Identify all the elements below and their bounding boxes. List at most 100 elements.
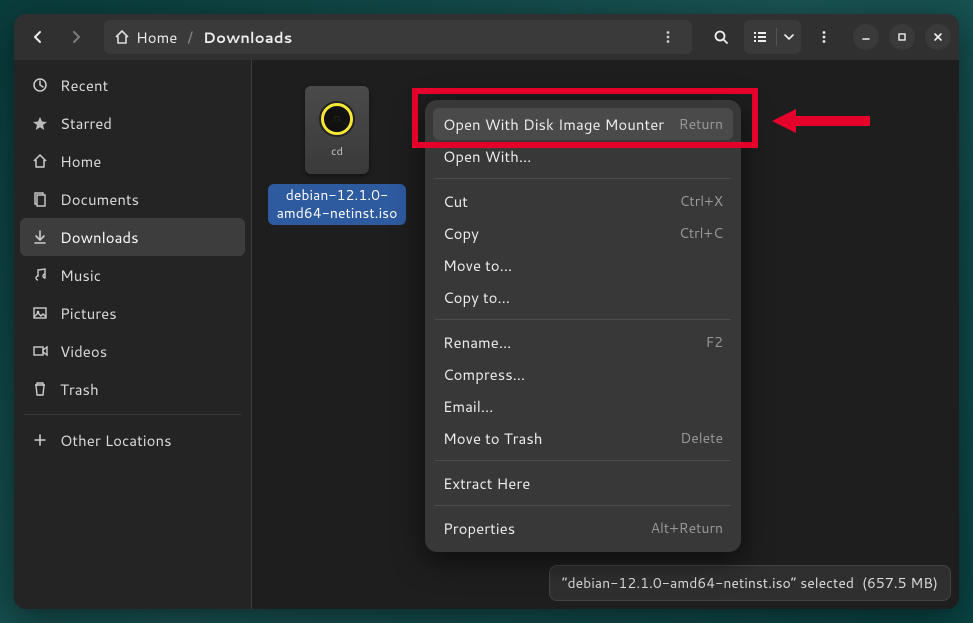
music-icon — [32, 267, 48, 283]
sidebar-separator — [24, 414, 241, 415]
sidebar: Recent Starred Home Documents Downloads Music… — [14, 60, 252, 609]
file-thumbnail: cd — [305, 86, 369, 174]
minimize-button[interactable] — [853, 24, 879, 50]
list-view-button[interactable] — [744, 21, 776, 53]
path-separator: / — [187, 26, 193, 49]
arrow-left-icon — [30, 29, 46, 45]
sidebar-item-label: Other Locations — [60, 430, 172, 451]
sidebar-item-label: Documents — [60, 189, 139, 210]
file-type-label: cd — [331, 143, 343, 159]
window-controls — [853, 24, 951, 50]
context-menu-item[interactable]: Cut Ctrl+X — [433, 185, 733, 217]
context-menu-label: Rename… — [443, 332, 511, 353]
downloads-icon — [32, 229, 48, 245]
context-menu-label: Move to… — [443, 255, 512, 276]
titlebar: Home / Downloads — [14, 14, 959, 60]
context-menu-label: Copy — [443, 223, 479, 244]
context-menu-label: Cut — [443, 191, 468, 212]
sidebar-item-recent[interactable]: Recent — [20, 66, 245, 104]
context-menu-item[interactable]: Open With Disk Image Mounter Return — [433, 108, 733, 140]
path-home-label: Home — [136, 27, 177, 48]
pictures-icon — [32, 305, 48, 321]
context-menu-accel: F2 — [706, 332, 723, 352]
context-menu-accel: Ctrl+C — [679, 223, 723, 243]
close-button[interactable] — [925, 24, 951, 50]
forward-button[interactable] — [60, 21, 92, 53]
context-menu-accel: Alt+Return — [651, 518, 723, 538]
context-menu-label: Open With Disk Image Mounter — [443, 114, 664, 135]
context-menu-separator — [435, 178, 731, 179]
view-switcher — [744, 20, 801, 54]
sidebar-item-label: Home — [60, 151, 101, 172]
file-item[interactable]: cd debian-12.1.0-amd64-netinst.iso — [268, 86, 406, 225]
context-menu-label: Copy to… — [443, 287, 510, 308]
home-icon — [114, 29, 130, 45]
search-button[interactable] — [704, 20, 738, 54]
kebab-icon — [661, 30, 675, 44]
path-current-label: Downloads — [203, 27, 292, 48]
sidebar-item-label: Trash — [60, 379, 99, 400]
status-text: “debian-12.1.0-amd64-netinst.iso” select… — [562, 573, 854, 593]
path-current[interactable]: Downloads — [203, 27, 292, 48]
path-home[interactable]: Home — [114, 27, 177, 48]
context-menu-item[interactable]: Rename… F2 — [433, 326, 733, 358]
pathbar[interactable]: Home / Downloads — [104, 20, 692, 54]
file-name-label: debian-12.1.0-amd64-netinst.iso — [268, 184, 406, 225]
context-menu-label: Compress… — [443, 364, 525, 385]
context-menu-accel: Ctrl+X — [680, 191, 723, 211]
context-menu-label: Properties — [443, 518, 515, 539]
context-menu-item[interactable]: Move to TrashDelete — [433, 422, 733, 454]
sidebar-item-label: Music — [60, 265, 101, 286]
sidebar-item-label: Pictures — [60, 303, 117, 324]
status-size: (657.5 MB) — [862, 573, 938, 593]
sidebar-item-starred[interactable]: Starred — [20, 104, 245, 142]
chevron-down-icon — [784, 32, 794, 42]
context-menu-item[interactable]: Extract Here — [433, 467, 733, 499]
context-menu-item[interactable]: Email… — [433, 390, 733, 422]
videos-icon — [32, 343, 48, 359]
context-menu-label: Open With… — [443, 146, 531, 167]
sidebar-item-videos[interactable]: Videos — [20, 332, 245, 370]
sidebar-item-label: Downloads — [60, 227, 139, 248]
sidebar-item-other-locations[interactable]: Other Locations — [20, 421, 245, 459]
sidebar-item-downloads[interactable]: Downloads — [20, 218, 245, 256]
hamburger-menu-button[interactable] — [807, 20, 841, 54]
back-button[interactable] — [22, 21, 54, 53]
status-bar: “debian-12.1.0-amd64-netinst.iso” select… — [549, 565, 951, 601]
plus-icon — [32, 432, 48, 448]
sidebar-item-home[interactable]: Home — [20, 142, 245, 180]
maximize-button[interactable] — [889, 24, 915, 50]
context-menu-separator — [435, 319, 731, 320]
view-options-button[interactable] — [777, 21, 801, 53]
list-icon — [752, 29, 768, 45]
close-icon — [932, 31, 944, 43]
context-menu-label: Email… — [443, 396, 494, 417]
minimize-icon — [860, 31, 872, 43]
sidebar-item-trash[interactable]: Trash — [20, 370, 245, 408]
context-menu-item[interactable]: Open With… — [433, 140, 733, 172]
context-menu-label: Move to Trash — [443, 428, 543, 449]
home-icon — [32, 153, 48, 169]
context-menu-item[interactable]: Properties Alt+Return — [433, 512, 733, 544]
sidebar-item-label: Videos — [60, 341, 107, 362]
maximize-icon — [896, 31, 908, 43]
sidebar-item-music[interactable]: Music — [20, 256, 245, 294]
sidebar-item-documents[interactable]: Documents — [20, 180, 245, 218]
starred-icon — [32, 115, 48, 131]
trash-icon — [32, 381, 48, 397]
sidebar-item-pictures[interactable]: Pictures — [20, 294, 245, 332]
context-menu-separator — [435, 505, 731, 506]
context-menu-item[interactable]: Copy Ctrl+C — [433, 217, 733, 249]
sidebar-item-label: Recent — [60, 75, 108, 96]
path-menu-button[interactable] — [654, 23, 682, 51]
context-menu-item[interactable]: Copy to… — [433, 281, 733, 313]
recent-icon — [32, 77, 48, 93]
documents-icon — [32, 191, 48, 207]
context-menu-item[interactable]: Compress… — [433, 358, 733, 390]
context-menu-item[interactable]: Move to… — [433, 249, 733, 281]
sidebar-item-label: Starred — [60, 113, 112, 134]
context-menu: Open With Disk Image MounterReturnOpen W… — [425, 100, 741, 552]
arrow-right-icon — [68, 29, 84, 45]
disc-image-icon — [319, 101, 355, 137]
context-menu-accel: Return — [679, 114, 723, 134]
